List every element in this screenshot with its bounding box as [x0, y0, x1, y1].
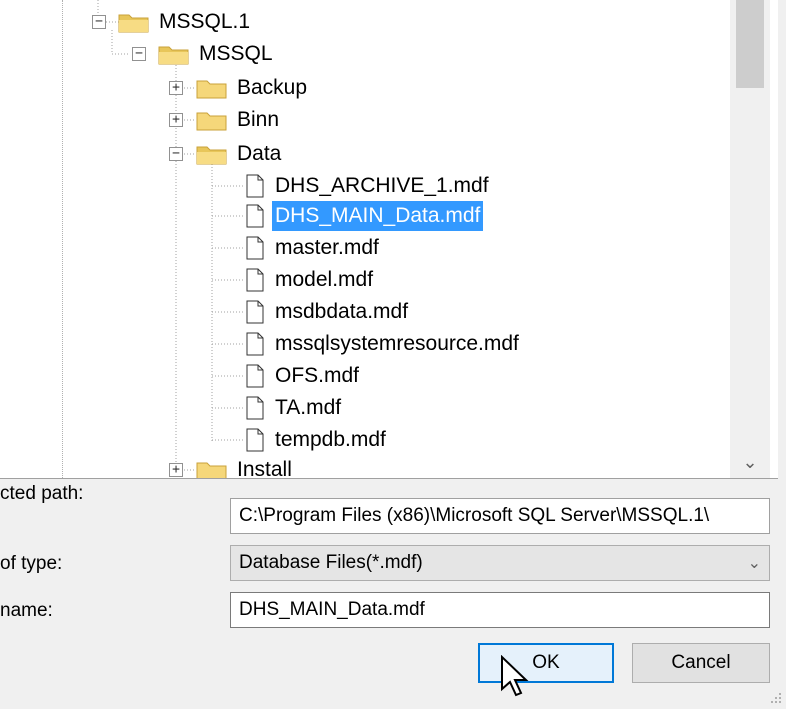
- tree-file-dhs-main-data[interactable]: DHS_MAIN_Data.mdf: [246, 201, 484, 231]
- selected-path-label: cted path:: [0, 483, 84, 504]
- folder-tree[interactable]: − MSSQL.1 − MSSQL + Backup + Binn − Data…: [0, 0, 778, 479]
- tree-node-data[interactable]: Data: [196, 139, 284, 169]
- folder-icon: [196, 112, 227, 131]
- folder-icon: [196, 80, 227, 99]
- collapse-toggle-mssql[interactable]: −: [132, 47, 146, 61]
- files-of-type-label: of type:: [0, 553, 63, 574]
- ok-button[interactable]: OK: [478, 643, 614, 683]
- tree-node-label: Backup: [237, 76, 308, 99]
- file-name-input[interactable]: DHS_MAIN_Data.mdf: [230, 592, 770, 628]
- tree-file-tempdb[interactable]: tempdb.mdf: [246, 425, 389, 455]
- tree-node-label: MSSQL.1: [159, 10, 251, 33]
- tree-node-label: model.mdf: [275, 268, 374, 291]
- tree-node-label: MSSQL: [199, 42, 273, 65]
- tree-node-label: master.mdf: [275, 236, 379, 259]
- tree-node-label: Install: [237, 458, 292, 479]
- scroll-down-arrow-icon[interactable]: ⌄: [730, 448, 770, 476]
- expand-toggle-binn[interactable]: +: [169, 113, 183, 127]
- file-icon: [246, 204, 264, 228]
- tree-file-mssqlsystemresource[interactable]: mssqlsystemresource.mdf: [246, 329, 522, 359]
- tree-node-label: msdbdata.mdf: [275, 300, 409, 323]
- tree-node-label: tempdb.mdf: [275, 428, 386, 451]
- tree-file-msdbdata[interactable]: msdbdata.mdf: [246, 297, 411, 327]
- collapse-toggle-data[interactable]: −: [169, 147, 183, 161]
- file-name-value: DHS_MAIN_Data.mdf: [239, 599, 425, 620]
- file-icon: [246, 332, 264, 356]
- folder-icon: [196, 462, 227, 478]
- tree-node-label: DHS_ARCHIVE_1.mdf: [275, 174, 489, 197]
- tree-file-dhs-archive[interactable]: DHS_ARCHIVE_1.mdf: [246, 171, 492, 201]
- tree-file-ofs[interactable]: OFS.mdf: [246, 361, 362, 391]
- selected-path-value: C:\Program Files (x86)\Microsoft SQL Ser…: [239, 505, 710, 526]
- selected-path-field[interactable]: C:\Program Files (x86)\Microsoft SQL Ser…: [230, 498, 770, 534]
- expand-toggle-install[interactable]: +: [169, 463, 183, 477]
- tree-node-backup[interactable]: Backup: [196, 73, 310, 103]
- file-icon: [246, 364, 264, 388]
- tree-node-label: Binn: [237, 108, 280, 131]
- open-folder-icon: [196, 146, 227, 165]
- files-of-type-value: Database Files(*.mdf): [239, 552, 423, 573]
- tree-node-label: DHS_MAIN_Data.mdf: [272, 201, 484, 231]
- open-folder-icon: [158, 46, 189, 65]
- tree-node-mssql[interactable]: MSSQL: [158, 39, 276, 69]
- expand-toggle-backup[interactable]: +: [169, 81, 183, 95]
- tree-node-label: OFS.mdf: [275, 364, 360, 387]
- tree-node-binn[interactable]: Binn: [196, 105, 282, 135]
- file-icon: [246, 428, 264, 452]
- file-icon: [246, 268, 264, 292]
- open-folder-icon: [118, 14, 149, 33]
- file-icon: [246, 300, 264, 324]
- tree-node-label: mssqlsystemresource.mdf: [275, 332, 519, 355]
- resize-grip-icon[interactable]: [768, 690, 784, 706]
- tree-node-label: TA.mdf: [275, 396, 342, 419]
- file-icon: [246, 396, 264, 420]
- file-icon: [246, 236, 264, 260]
- tree-vertical-scrollbar[interactable]: ⌄: [730, 0, 770, 478]
- mouse-cursor-icon: [501, 655, 529, 697]
- tree-node-mssql1[interactable]: MSSQL.1: [118, 7, 253, 37]
- files-of-type-select[interactable]: Database Files(*.mdf) ⌄: [230, 545, 770, 581]
- file-name-label: name:: [0, 600, 53, 621]
- chevron-down-icon: ⌄: [747, 555, 761, 572]
- cancel-button[interactable]: Cancel: [632, 643, 770, 683]
- tree-file-ta[interactable]: TA.mdf: [246, 393, 344, 423]
- tree-node-install[interactable]: Install: [196, 455, 295, 479]
- tree-file-master[interactable]: master.mdf: [246, 233, 382, 263]
- scrollbar-thumb[interactable]: [736, 0, 764, 88]
- tree-node-label: Data: [237, 142, 282, 165]
- tree-file-model[interactable]: model.mdf: [246, 265, 376, 295]
- collapse-toggle-mssql1[interactable]: −: [92, 15, 106, 29]
- file-icon: [246, 174, 264, 198]
